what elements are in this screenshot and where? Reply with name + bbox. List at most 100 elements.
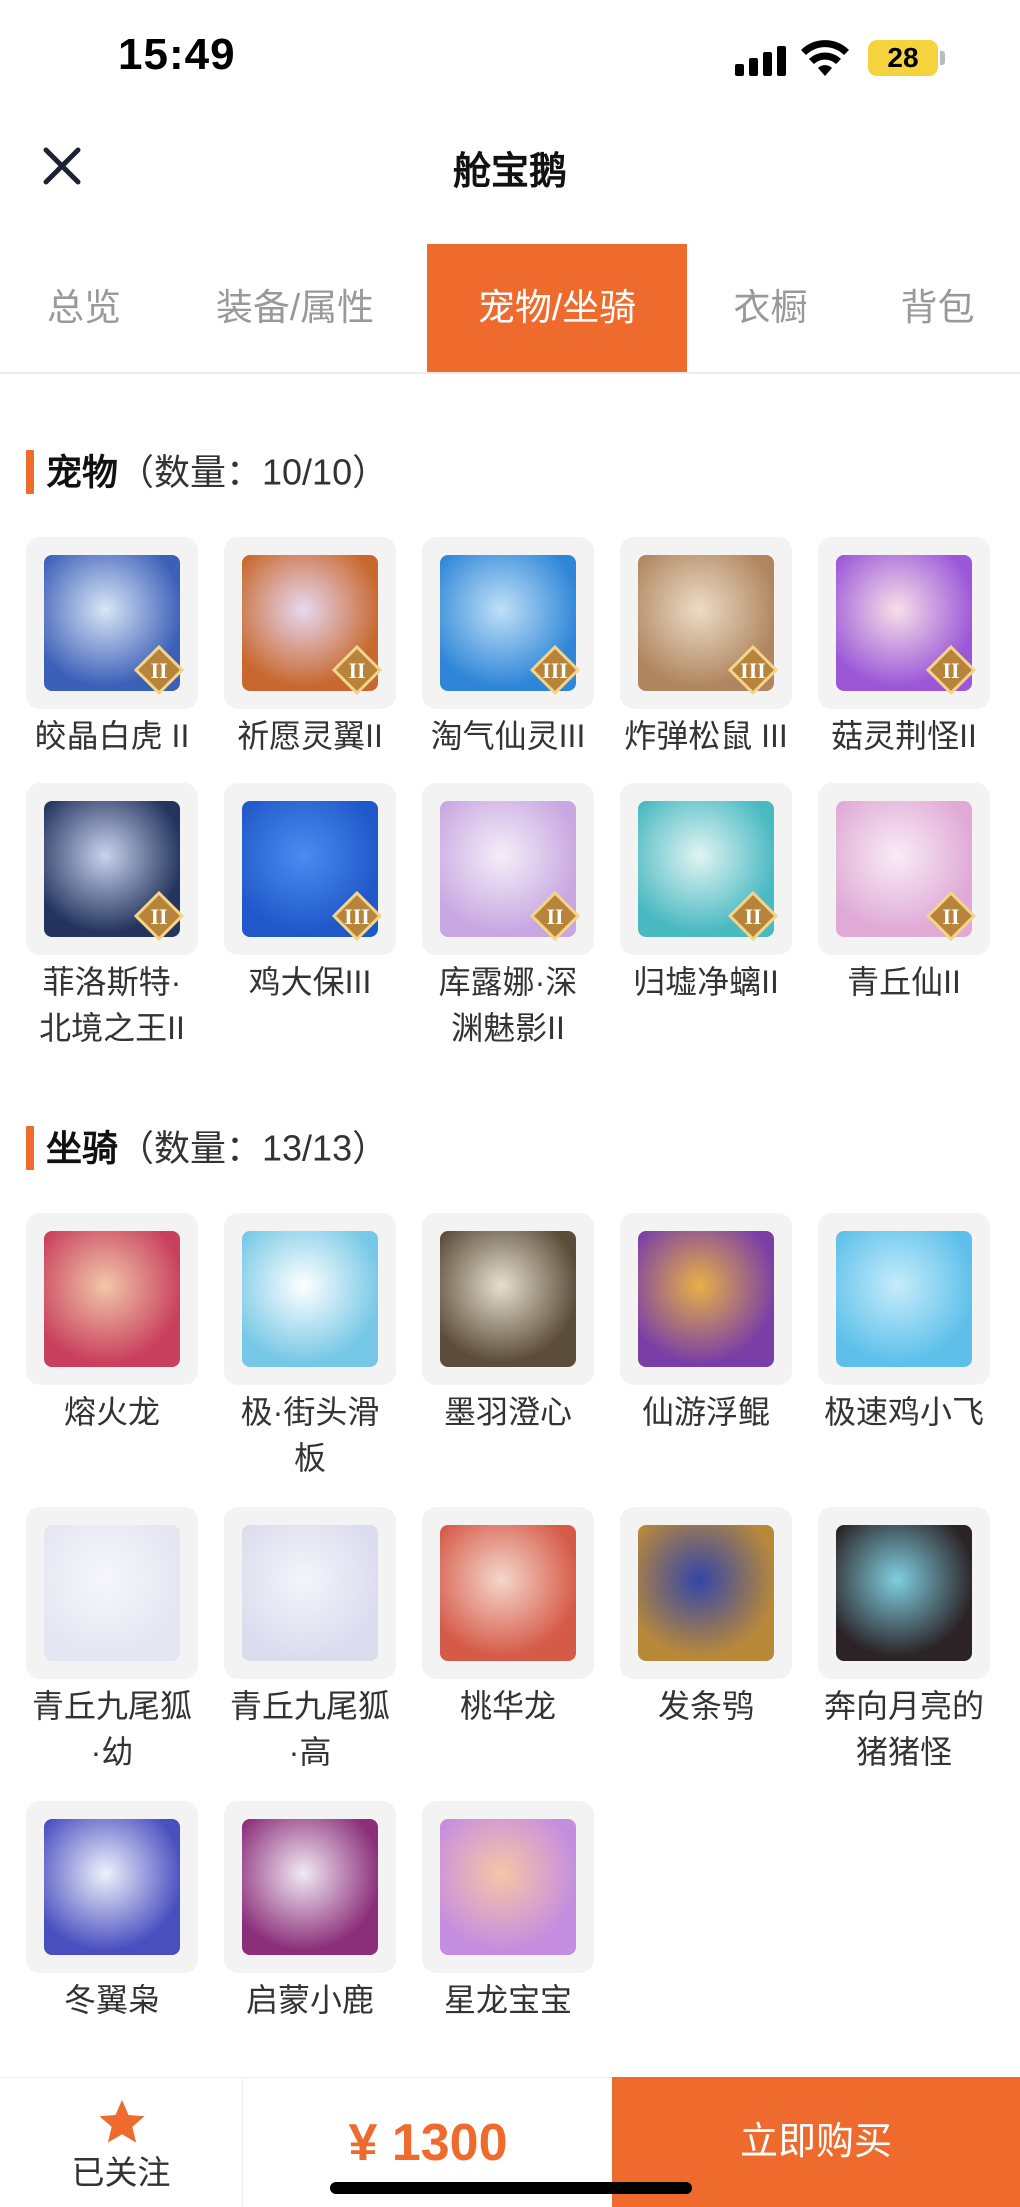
tab-overview[interactable]: 总览: [20, 244, 148, 372]
pet-thumbnail: III: [422, 537, 594, 709]
mount-card[interactable]: 仙游浮鲲: [620, 1213, 792, 1435]
character-art-image: [44, 1525, 180, 1661]
tab-backpack[interactable]: 背包: [880, 244, 995, 372]
pet-name: 菲洛斯特· 北境之王II: [39, 964, 185, 1046]
mount-card[interactable]: 星龙宝宝: [422, 1801, 594, 2023]
tab-bar: 总览 装备/属性 宠物/坐骑 衣橱 背包: [0, 244, 1020, 374]
mount-thumbnail: [620, 1507, 792, 1679]
pet-name: 鸡大保III: [248, 964, 372, 1000]
mount-thumbnail: [818, 1213, 990, 1385]
mount-card[interactable]: 墨羽澄心: [422, 1213, 594, 1435]
character-art-image: [242, 1525, 378, 1661]
mount-thumbnail: [26, 1213, 198, 1385]
character-art-image: [44, 1819, 180, 1955]
page-title: 舱宝鹅: [452, 151, 567, 193]
pet-card[interactable]: III 淘气仙灵III: [422, 537, 594, 759]
pet-thumbnail: II: [224, 537, 396, 709]
battery-tip: [940, 51, 945, 65]
tab-equipment[interactable]: 装备/属性: [190, 244, 400, 372]
follow-label: 已关注: [71, 2154, 171, 2191]
pets-heading: 宠物: [46, 451, 119, 493]
svg-text:II: II: [150, 904, 167, 929]
pet-thumbnail: II: [818, 537, 990, 709]
tier-badge-icon: III: [332, 891, 382, 941]
pet-name: 淘气仙灵III: [430, 718, 586, 754]
mount-card[interactable]: 熔火龙: [26, 1213, 198, 1435]
character-art-image: [440, 1525, 576, 1661]
mount-card[interactable]: 极速鸡小飞: [818, 1213, 990, 1435]
tab-pets-mounts[interactable]: 宠物/坐骑: [427, 244, 687, 372]
mount-card[interactable]: 发条鸮: [620, 1507, 792, 1729]
mount-name: 青丘九尾狐 ·高: [229, 1688, 390, 1770]
mount-card[interactable]: 青丘九尾狐 ·幼: [26, 1507, 198, 1775]
svg-text:III: III: [344, 904, 370, 929]
tier-badge-icon: III: [728, 645, 778, 695]
pet-card[interactable]: II 青丘仙II: [818, 783, 990, 1005]
character-art-image: [242, 1231, 378, 1367]
svg-text:III: III: [740, 658, 766, 683]
character-art-image: [836, 1525, 972, 1661]
tier-badge-icon: II: [728, 891, 778, 941]
pet-name: 归墟净螭II: [633, 964, 779, 1000]
mount-thumbnail: [422, 1213, 594, 1385]
pet-name: 皎晶白虎 II: [34, 718, 190, 754]
mount-thumbnail: [818, 1507, 990, 1679]
follow-button[interactable]: 已关注: [0, 2078, 243, 2207]
pets-count: （数量：10/10）: [118, 451, 389, 493]
mount-name: 青丘九尾狐 ·幼: [31, 1688, 192, 1770]
mount-thumbnail: [26, 1507, 198, 1679]
svg-text:II: II: [744, 904, 761, 929]
mount-name: 奔向月亮的 猪猪怪: [823, 1688, 984, 1770]
mount-card[interactable]: 冬翼枭: [26, 1801, 198, 2023]
svg-text:II: II: [942, 904, 959, 929]
character-art-image: [440, 1231, 576, 1367]
pet-card[interactable]: II 菇灵荆怪II: [818, 537, 990, 759]
status-bar: 15:49 28: [0, 0, 1020, 120]
character-art-image: [836, 1231, 972, 1367]
tier-badge-icon: II: [926, 891, 976, 941]
pet-card[interactable]: III 鸡大保III: [224, 783, 396, 1005]
mount-thumbnail: [26, 1801, 198, 1973]
mount-card[interactable]: 青丘九尾狐 ·高: [224, 1507, 396, 1775]
svg-text:II: II: [150, 658, 167, 683]
pet-card[interactable]: II 皎晶白虎 II: [26, 537, 198, 759]
pet-thumbnail: III: [620, 537, 792, 709]
pet-card[interactable]: III 炸弹松鼠 III: [620, 537, 792, 759]
mount-name: 极速鸡小飞: [823, 1394, 984, 1430]
mount-thumbnail: [620, 1213, 792, 1385]
cellular-signal-icon: [735, 44, 787, 76]
pet-thumbnail: II: [818, 783, 990, 955]
mounts-heading: 坐骑: [46, 1127, 119, 1169]
mounts-section-title: 坐骑（数量：13/13）: [26, 1122, 388, 1171]
mount-name: 冬翼枭: [63, 1982, 160, 2018]
mount-thumbnail: [224, 1801, 396, 1973]
pet-card[interactable]: II 库露娜·深 渊魅影II: [422, 783, 594, 1051]
pet-card[interactable]: II 菲洛斯特· 北境之王II: [26, 783, 198, 1051]
mount-name: 熔火龙: [63, 1394, 160, 1430]
section-accent-bar: [26, 450, 34, 495]
character-art-image: [44, 1231, 180, 1367]
tier-badge-icon: II: [926, 645, 976, 695]
character-art-image: [638, 1231, 774, 1367]
mount-name: 极·街头滑 板: [240, 1394, 380, 1476]
pet-thumbnail: II: [620, 783, 792, 955]
pet-card[interactable]: II 祈愿灵翼II: [224, 537, 396, 759]
tier-badge-icon: II: [134, 645, 184, 695]
mount-card[interactable]: 极·街头滑 板: [224, 1213, 396, 1481]
pets-section-title: 宠物（数量：10/10）: [26, 446, 389, 495]
mount-name: 星龙宝宝: [443, 1982, 572, 2018]
tier-badge-icon: II: [530, 891, 580, 941]
mount-card[interactable]: 奔向月亮的 猪猪怪: [818, 1507, 990, 1775]
pet-name: 青丘仙II: [847, 964, 961, 1000]
pet-card[interactable]: II 归墟净螭II: [620, 783, 792, 1005]
pet-name: 库露娜·深 渊魅影II: [438, 964, 578, 1046]
mount-card[interactable]: 桃华龙: [422, 1507, 594, 1729]
tier-badge-icon: II: [134, 891, 184, 941]
mount-card[interactable]: 启蒙小鹿: [224, 1801, 396, 2023]
mount-thumbnail: [422, 1507, 594, 1679]
svg-text:II: II: [546, 904, 563, 929]
pet-name: 炸弹松鼠 III: [624, 718, 788, 754]
tier-badge-icon: III: [530, 645, 580, 695]
tier-badge-icon: II: [332, 645, 382, 695]
tab-wardrobe[interactable]: 衣橱: [713, 244, 828, 372]
